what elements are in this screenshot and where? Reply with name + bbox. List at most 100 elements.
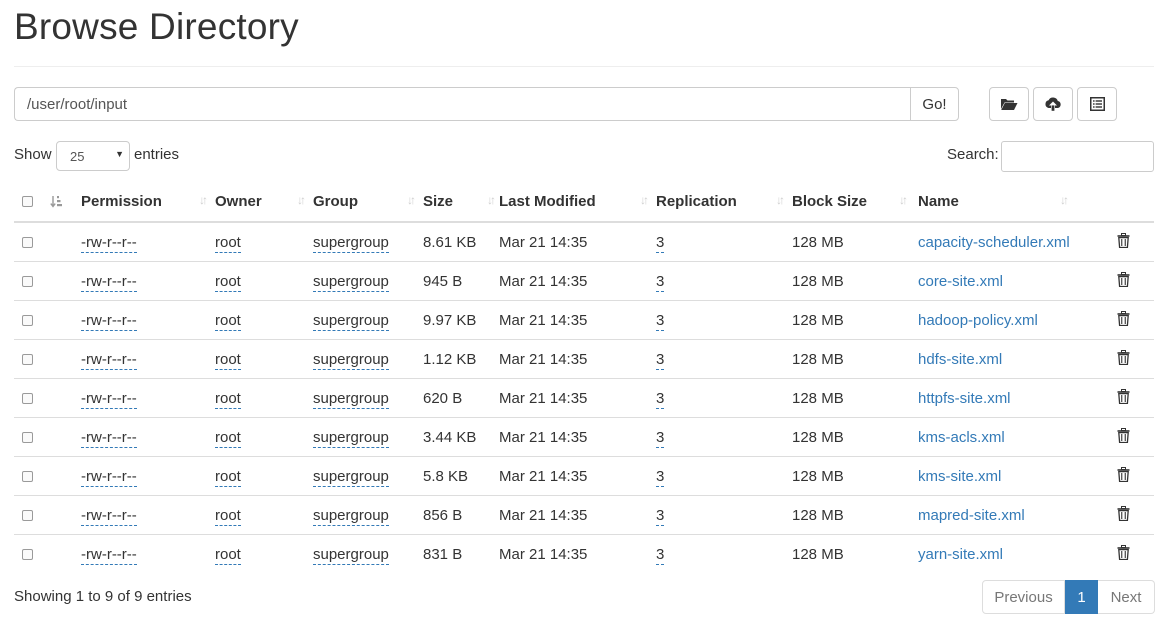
pagination: Previous 1 Next <box>982 580 1155 614</box>
row-checkbox[interactable] <box>22 510 33 522</box>
size-cell: 9.97 KB <box>423 300 499 340</box>
replication-cell: 3 <box>656 456 792 496</box>
file-name-link[interactable]: yarn-site.xml <box>918 546 1003 563</box>
trash-icon[interactable] <box>1117 388 1130 408</box>
group-link[interactable]: supergroup <box>313 233 389 253</box>
file-name-link[interactable]: core-site.xml <box>918 273 1003 290</box>
sort-default-header[interactable] <box>48 181 81 223</box>
spacer-cell <box>48 456 81 496</box>
replication-link[interactable]: 3 <box>656 506 665 526</box>
trash-icon[interactable] <box>1117 310 1130 330</box>
modified-cell: Mar 21 14:35 <box>499 534 656 573</box>
replication-link[interactable]: 3 <box>656 389 665 409</box>
cut-paste-button[interactable] <box>1077 87 1117 121</box>
trash-icon[interactable] <box>1117 349 1130 369</box>
file-name-link[interactable]: httpfs-site.xml <box>918 390 1011 407</box>
permission-cell: -rw-r--r-- <box>81 261 215 301</box>
replication-cell: 3 <box>656 495 792 535</box>
upload-button[interactable] <box>1033 87 1073 121</box>
row-checkbox[interactable] <box>22 354 33 366</box>
row-checkbox[interactable] <box>22 237 33 249</box>
owner-link[interactable]: root <box>215 389 241 409</box>
replication-link[interactable]: 3 <box>656 545 665 565</box>
permission-cell: -rw-r--r-- <box>81 339 215 379</box>
size-cell: 5.8 KB <box>423 456 499 496</box>
page-1-button[interactable]: 1 <box>1065 580 1098 614</box>
replication-link[interactable]: 3 <box>656 428 665 448</box>
entries-per-page-select[interactable]: 25 ▼ <box>56 141 130 171</box>
permission-link[interactable]: -rw-r--r-- <box>81 389 137 409</box>
table-row: -rw-r--r-- root supergroup 1.12 KB Mar 21 14… <box>14 339 1154 379</box>
trash-icon[interactable] <box>1117 427 1130 447</box>
owner-link[interactable]: root <box>215 272 241 292</box>
row-checkbox[interactable] <box>22 549 33 561</box>
column-header-group[interactable]: Group ↓↑ <box>313 181 423 223</box>
column-header-last-modified[interactable]: Last Modified ↓↑ <box>499 181 656 223</box>
replication-link[interactable]: 3 <box>656 272 665 292</box>
file-name-link[interactable]: hadoop-policy.xml <box>918 312 1038 329</box>
owner-link[interactable]: root <box>215 428 241 448</box>
owner-link[interactable]: root <box>215 467 241 487</box>
row-checkbox[interactable] <box>22 393 33 405</box>
group-link[interactable]: supergroup <box>313 545 389 565</box>
replication-link[interactable]: 3 <box>656 350 665 370</box>
row-select-cell <box>14 417 48 457</box>
replication-link[interactable]: 3 <box>656 467 665 487</box>
group-link[interactable]: supergroup <box>313 467 389 487</box>
column-header-block-size[interactable]: Block Size ↓↑ <box>792 181 918 223</box>
column-header-size[interactable]: Size ↓↑ <box>423 181 499 223</box>
group-link[interactable]: supergroup <box>313 428 389 448</box>
permission-link[interactable]: -rw-r--r-- <box>81 428 137 448</box>
group-link[interactable]: supergroup <box>313 311 389 331</box>
row-checkbox[interactable] <box>22 432 33 444</box>
sort-icon: ↓↑ <box>776 193 785 207</box>
file-name-link[interactable]: kms-site.xml <box>918 468 1001 485</box>
replication-link[interactable]: 3 <box>656 233 665 253</box>
permission-link[interactable]: -rw-r--r-- <box>81 272 137 292</box>
permission-cell: -rw-r--r-- <box>81 378 215 418</box>
owner-link[interactable]: root <box>215 545 241 565</box>
trash-icon[interactable] <box>1117 505 1130 525</box>
column-header-owner[interactable]: Owner ↓↑ <box>215 181 313 223</box>
previous-page-button[interactable]: Previous <box>982 580 1065 614</box>
permission-link[interactable]: -rw-r--r-- <box>81 350 137 370</box>
directory-path-input[interactable] <box>14 87 910 121</box>
trash-icon[interactable] <box>1117 544 1130 564</box>
next-page-button[interactable]: Next <box>1098 580 1155 614</box>
row-checkbox[interactable] <box>22 315 33 327</box>
owner-link[interactable]: root <box>215 506 241 526</box>
size-cell: 831 B <box>423 534 499 573</box>
trash-icon[interactable] <box>1117 232 1130 252</box>
owner-link[interactable]: root <box>215 233 241 253</box>
group-link[interactable]: supergroup <box>313 389 389 409</box>
trash-icon[interactable] <box>1117 466 1130 486</box>
modified-cell: Mar 21 14:35 <box>499 417 656 457</box>
group-link[interactable]: supergroup <box>313 506 389 526</box>
trash-icon[interactable] <box>1117 271 1130 291</box>
row-checkbox[interactable] <box>22 471 33 483</box>
search-input[interactable] <box>1001 141 1154 172</box>
file-name-link[interactable]: hdfs-site.xml <box>918 351 1002 368</box>
select-all-checkbox[interactable] <box>22 196 33 208</box>
owner-link[interactable]: root <box>215 350 241 370</box>
owner-link[interactable]: root <box>215 311 241 331</box>
column-header-permission[interactable]: Permission ↓↑ <box>81 181 215 223</box>
permission-link[interactable]: -rw-r--r-- <box>81 233 137 253</box>
create-directory-button[interactable] <box>989 87 1029 121</box>
row-checkbox[interactable] <box>22 276 33 288</box>
permission-link[interactable]: -rw-r--r-- <box>81 506 137 526</box>
replication-link[interactable]: 3 <box>656 311 665 331</box>
go-button[interactable]: Go! <box>910 87 959 121</box>
column-header-replication[interactable]: Replication ↓↑ <box>656 181 792 223</box>
group-link[interactable]: supergroup <box>313 272 389 292</box>
column-header-name[interactable]: Name ↓↑ <box>918 181 1114 223</box>
group-link[interactable]: supergroup <box>313 350 389 370</box>
file-name-link[interactable]: mapred-site.xml <box>918 507 1025 524</box>
group-cell: supergroup <box>313 456 423 496</box>
permission-link[interactable]: -rw-r--r-- <box>81 311 137 331</box>
file-name-link[interactable]: capacity-scheduler.xml <box>918 234 1070 251</box>
file-name-link[interactable]: kms-acls.xml <box>918 429 1005 446</box>
caret-down-icon: ▼ <box>115 149 124 159</box>
permission-link[interactable]: -rw-r--r-- <box>81 467 137 487</box>
permission-link[interactable]: -rw-r--r-- <box>81 545 137 565</box>
